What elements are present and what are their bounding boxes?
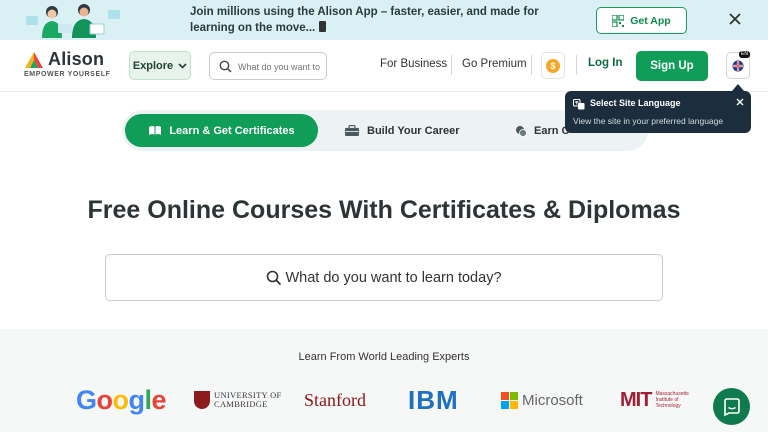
ms-square bbox=[510, 391, 518, 400]
close-icon[interactable] bbox=[728, 12, 742, 26]
google-letter: g bbox=[128, 384, 146, 415]
chat-bubble-icon bbox=[723, 397, 740, 416]
tooltip-arrow bbox=[732, 84, 744, 91]
language-badge: EN bbox=[739, 51, 750, 58]
translate-icon bbox=[573, 99, 585, 110]
ms-square bbox=[510, 400, 518, 409]
go-premium-link[interactable]: Go Premium bbox=[462, 58, 527, 70]
tab-label: Build Your Career bbox=[367, 124, 460, 137]
phone-icon bbox=[319, 21, 327, 32]
tab-learn-certificates[interactable]: Learn & Get Certificates bbox=[125, 114, 318, 147]
mit-wordmark: Massachusetts Institute of Technology bbox=[655, 391, 688, 409]
partners-title: Learn From World Leading Experts bbox=[298, 351, 470, 363]
coin-icon: $ bbox=[546, 58, 560, 73]
tab-earn[interactable]: Earn C bbox=[515, 114, 569, 147]
microsoft-grid-icon bbox=[501, 391, 518, 409]
google-letter: l bbox=[144, 384, 153, 415]
people-illustration-icon bbox=[26, 4, 120, 38]
language-tooltip: Select Site Language View the site in yo… bbox=[565, 91, 751, 133]
google-logo: Google bbox=[76, 384, 167, 416]
google-letter: e bbox=[151, 384, 167, 415]
header-search[interactable] bbox=[209, 52, 327, 80]
main-search-placeholder: What do you want to learn today? bbox=[285, 269, 502, 286]
ms-square bbox=[501, 391, 509, 400]
alison-logo[interactable]: Alison EMPOWER YOURSELF bbox=[24, 49, 124, 82]
nav-divider bbox=[451, 55, 452, 75]
stanford-logo: Stanford bbox=[304, 389, 366, 410]
ms-square bbox=[501, 400, 509, 409]
partners-section: Learn From World Leading Experts Google … bbox=[0, 329, 768, 432]
microsoft-wordmark: Microsoft bbox=[522, 391, 583, 409]
explore-button[interactable]: Explore bbox=[129, 51, 191, 80]
header-search-input[interactable] bbox=[238, 58, 322, 76]
login-link[interactable]: Log In bbox=[588, 57, 623, 69]
coins-icon bbox=[516, 125, 527, 137]
nav-divider bbox=[531, 55, 532, 75]
ibm-logo: IBM bbox=[408, 384, 459, 415]
logo-name: Alison bbox=[48, 49, 105, 69]
search-icon bbox=[267, 270, 282, 285]
signup-button[interactable]: Sign Up bbox=[636, 51, 708, 81]
open-book-icon bbox=[149, 126, 162, 135]
mit-line: Technology bbox=[655, 403, 681, 409]
google-letter: G bbox=[76, 384, 97, 415]
chevron-down-icon bbox=[178, 62, 187, 69]
search-icon bbox=[219, 60, 232, 73]
page-title: Free Online Courses With Certificates & … bbox=[87, 196, 681, 224]
cambridge-wordmark: UNIVERSITY OF CAMBRIDGE bbox=[214, 391, 282, 409]
logo-tagline: EMPOWER YOURSELF bbox=[24, 71, 111, 78]
cambridge-line: CAMBRIDGE bbox=[214, 399, 268, 409]
google-letter: o bbox=[112, 384, 130, 415]
mit-logo: MIT Massachusetts Institute of Technolog… bbox=[620, 384, 689, 416]
explore-label: Explore bbox=[132, 59, 174, 72]
cambridge-shield-icon bbox=[194, 391, 210, 409]
mit-mark: MIT bbox=[620, 388, 652, 411]
cambridge-logo: UNIVERSITY OF CAMBRIDGE bbox=[194, 384, 282, 416]
close-icon[interactable] bbox=[735, 97, 745, 107]
chat-support-button[interactable] bbox=[713, 388, 750, 425]
google-letter: o bbox=[96, 384, 114, 415]
get-app-button[interactable]: Get App bbox=[596, 7, 687, 34]
alison-logo-mark-icon bbox=[25, 52, 43, 68]
banner-message: Join millions using the Alison App – fas… bbox=[190, 6, 539, 34]
app-promo-banner: Join millions using the Alison App – fas… bbox=[0, 0, 768, 40]
uk-flag-icon bbox=[732, 60, 744, 71]
nav-divider bbox=[576, 55, 577, 75]
tooltip-title: Select Site Language bbox=[590, 98, 681, 108]
microsoft-logo: Microsoft bbox=[501, 384, 583, 416]
briefcase-icon bbox=[345, 124, 359, 136]
qr-code-icon bbox=[612, 14, 625, 27]
tab-build-career[interactable]: Build Your Career bbox=[344, 114, 460, 147]
main-search-bar[interactable]: What do you want to learn today? bbox=[105, 254, 663, 301]
site-header: Alison EMPOWER YOURSELF Explore For Busi… bbox=[0, 40, 768, 92]
tooltip-body: View the site in your preferred language bbox=[573, 116, 724, 126]
get-app-label: Get App bbox=[630, 14, 671, 27]
currency-button[interactable]: $ bbox=[541, 52, 565, 79]
tab-label: Learn & Get Certificates bbox=[169, 124, 295, 137]
for-business-link[interactable]: For Business bbox=[380, 58, 447, 70]
